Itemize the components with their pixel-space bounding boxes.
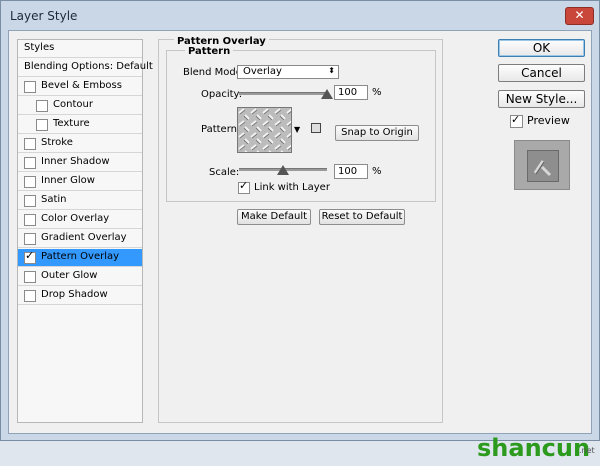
styles-list-item[interactable]: Outer Glow <box>18 268 142 286</box>
opacity-unit: % <box>372 87 382 98</box>
blend-mode-select[interactable]: Overlay ⬍ <box>237 65 339 79</box>
style-checkbox[interactable] <box>24 290 36 302</box>
styles-list-item[interactable]: Inner Glow <box>18 173 142 191</box>
blend-mode-value: Overlay <box>243 66 282 77</box>
style-checkbox[interactable] <box>36 100 48 112</box>
check-icon: ✓ <box>25 249 35 262</box>
ok-button[interactable]: OK <box>498 39 585 57</box>
blend-mode-label: Blend Mode: <box>183 67 246 78</box>
styles-list-item-label: Contour <box>53 99 93 110</box>
pattern-label: Pattern: <box>201 124 241 135</box>
style-checkbox[interactable] <box>24 233 36 245</box>
pattern-picker[interactable] <box>237 107 292 153</box>
style-checkbox[interactable]: ✓ <box>24 249 36 264</box>
scale-slider-handle[interactable] <box>277 165 289 175</box>
styles-list-item-label: Styles <box>24 42 55 53</box>
dialog-body: Styles Blending Options: Default Bevel & E… <box>8 30 595 462</box>
preview-swatch <box>527 150 559 182</box>
opacity-label: Opacity: <box>201 89 243 100</box>
preview-checkbox[interactable]: ✓ <box>510 113 523 128</box>
styles-list-item-label: Texture <box>53 118 90 129</box>
style-checkbox[interactable] <box>24 176 36 188</box>
reset-to-default-button[interactable]: Reset to Default <box>319 209 405 225</box>
style-checkbox[interactable] <box>24 271 36 283</box>
styles-list-item-label: Stroke <box>41 137 73 148</box>
styles-list-item[interactable]: Satin <box>18 192 142 210</box>
styles-list-item-label: Inner Glow <box>41 175 95 186</box>
styles-list-item[interactable]: Blending Options: Default <box>18 59 153 77</box>
scale-input[interactable]: 100 <box>334 164 368 179</box>
snap-to-origin-button[interactable]: Snap to Origin <box>335 125 419 141</box>
styles-list-item-label: Drop Shadow <box>41 289 108 300</box>
style-checkbox[interactable] <box>24 214 36 226</box>
updown-arrow-icon: ⬍ <box>328 66 335 75</box>
close-icon: ✕ <box>574 8 585 22</box>
styles-list-item-label: Color Overlay <box>41 213 110 224</box>
styles-list-item[interactable]: Color Overlay <box>18 211 142 229</box>
check-icon: ✓ <box>511 113 521 126</box>
styles-list-item[interactable]: Drop Shadow <box>18 287 142 305</box>
styles-list-item[interactable]: Texture <box>18 116 142 134</box>
style-checkbox[interactable] <box>36 119 48 131</box>
style-checkbox[interactable] <box>24 195 36 207</box>
styles-list-item[interactable]: Gradient Overlay <box>18 230 142 248</box>
styles-list-item[interactable]: ✓ Pattern Overlay <box>18 249 142 267</box>
new-style-button[interactable]: New Style... <box>498 90 585 108</box>
styles-list-item-label: Blending Options: Default <box>24 61 153 72</box>
style-checkbox[interactable] <box>24 81 36 93</box>
opacity-slider-handle[interactable] <box>321 89 333 99</box>
scale-label: Scale: <box>209 167 240 178</box>
diamond-plate-pattern-icon <box>238 108 291 152</box>
preview-label: Preview <box>527 114 570 127</box>
close-button[interactable]: ✕ <box>565 7 594 25</box>
style-checkbox[interactable] <box>24 138 36 150</box>
check-icon: ✓ <box>239 179 249 192</box>
watermark-suffix: .net <box>579 446 595 455</box>
style-preview-thumbnail <box>514 140 570 190</box>
layer-style-dialog: Layer Style ✕ Styles Blending Options: De… <box>0 0 600 462</box>
styles-list-item[interactable]: Contour <box>18 97 142 115</box>
cancel-button[interactable]: Cancel <box>498 64 585 82</box>
styles-list-item-label: Bevel & Emboss <box>41 80 122 91</box>
style-checkbox[interactable] <box>24 157 36 169</box>
preview-pattern-icon <box>533 160 552 177</box>
scale-unit: % <box>372 166 382 177</box>
subgroup-title: Pattern <box>185 46 234 57</box>
watermark-text: shancun <box>477 434 591 462</box>
opacity-input[interactable]: 100 <box>334 85 368 100</box>
watermark-logo: shancun .net <box>477 434 600 466</box>
styles-list-item[interactable]: Bevel & Emboss <box>18 78 142 96</box>
pattern-dropdown-icon[interactable]: ▼ <box>294 125 300 134</box>
new-preset-icon[interactable] <box>311 123 321 133</box>
title-bar[interactable]: Layer Style ✕ <box>1 1 599 31</box>
styles-list-item-label: Gradient Overlay <box>41 232 127 243</box>
styles-list-item-label: Pattern Overlay <box>41 251 120 262</box>
styles-list-item[interactable]: Stroke <box>18 135 142 153</box>
link-with-layer-label: Link with Layer <box>254 182 330 193</box>
styles-list-item[interactable]: Styles <box>18 40 142 58</box>
styles-list-item-label: Inner Shadow <box>41 156 110 167</box>
opacity-slider-track[interactable] <box>239 92 327 95</box>
make-default-button[interactable]: Make Default <box>237 209 311 225</box>
styles-list-item-label: Outer Glow <box>41 270 98 281</box>
link-with-layer-checkbox[interactable]: ✓ <box>238 179 250 194</box>
styles-list-item-label: Satin <box>41 194 67 205</box>
styles-list-item[interactable]: Inner Shadow <box>18 154 142 172</box>
styles-list: Styles Blending Options: Default Bevel & E… <box>17 39 153 423</box>
window-title: Layer Style <box>10 9 78 23</box>
